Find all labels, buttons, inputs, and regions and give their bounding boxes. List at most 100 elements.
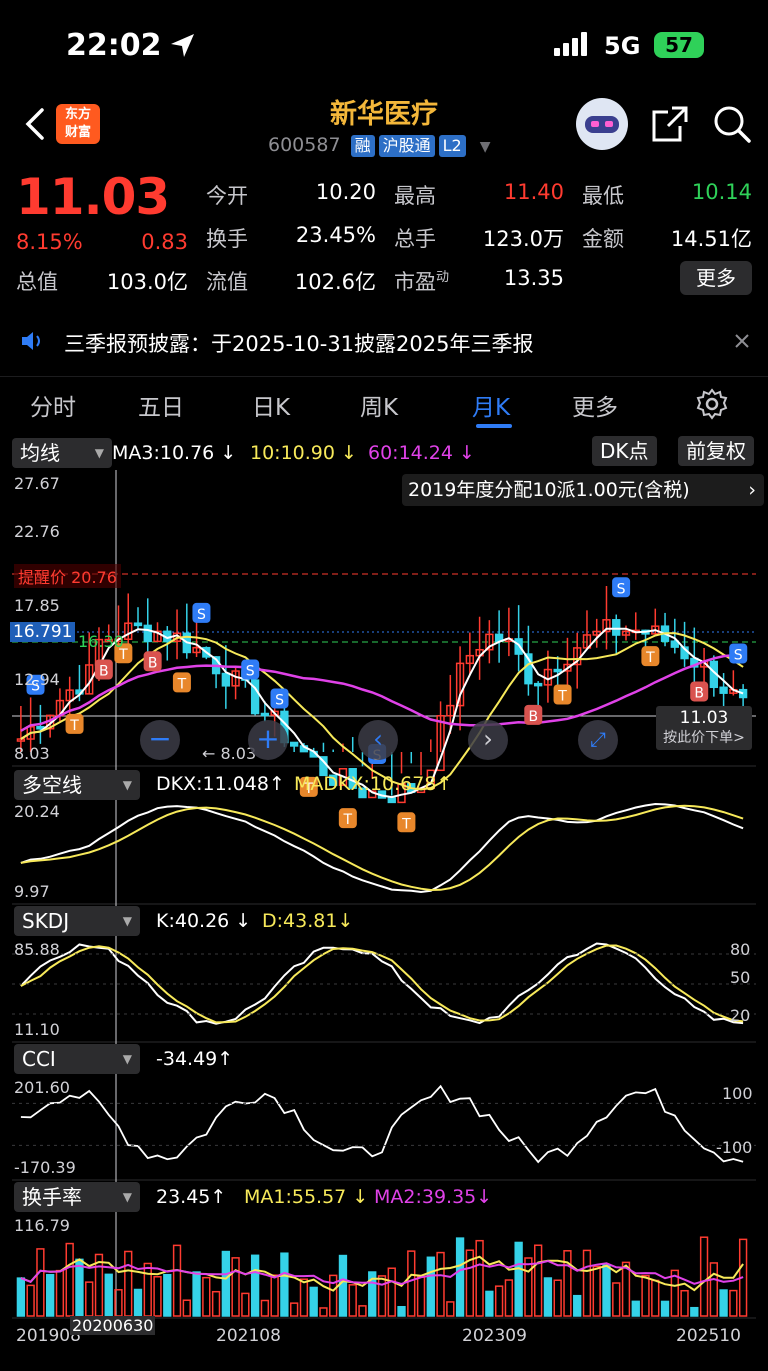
skdj-d-value: D:43.81↓ [262, 910, 354, 932]
dkx-value: DKX:11.048↑ [156, 773, 285, 795]
signal-marker-text: B [99, 664, 109, 680]
turnover-bar [729, 1289, 738, 1317]
candle-body [387, 797, 396, 804]
skdj-ref-80: 80 [730, 940, 751, 959]
turnover-bar [563, 1250, 572, 1317]
turnover-bar [533, 1244, 543, 1317]
x-label-3: 202309 [462, 1326, 527, 1346]
cci-ymax: 201.60 [14, 1078, 70, 1097]
signal-marker-text: S [246, 664, 255, 680]
skdj-ymax: 85.88 [14, 940, 60, 959]
turnover-bar [573, 1294, 582, 1317]
turnover-bar [124, 1250, 133, 1317]
low-price-label: ← 8.03 [202, 744, 257, 763]
last-price-order-box[interactable]: 11.03 按此价下单> [656, 706, 752, 750]
turnover-value: 23.45↑ [156, 1186, 227, 1208]
signal-marker-text: B [694, 685, 704, 701]
turnover-bar [602, 1264, 611, 1317]
turnover-bar [631, 1300, 640, 1317]
turnover-bar [211, 1290, 221, 1317]
turnover-bar [260, 1299, 270, 1317]
turnover-bar [397, 1306, 406, 1317]
turnover-bar [582, 1249, 592, 1317]
alert-price-label: 提醒价 20.76 [14, 564, 121, 588]
turnover-bar [26, 1284, 35, 1317]
signal-marker-text: T [69, 718, 79, 734]
turnover-bar [407, 1250, 416, 1317]
turnover-bar [299, 1278, 309, 1317]
signal-marker-text: S [617, 581, 626, 597]
skdj-ref-50: 50 [730, 968, 751, 987]
turnover-bar [45, 1273, 55, 1317]
turnover-bar [416, 1276, 426, 1317]
turnover-ma2: MA2:39.35↓ [374, 1186, 493, 1208]
candle-body [133, 622, 143, 627]
turnover-bar [104, 1273, 113, 1317]
turnover-bar [680, 1289, 689, 1317]
zoom-out-button[interactable]: − [140, 720, 180, 760]
x-label-2: 202108 [216, 1326, 281, 1346]
cci-value: -34.49↑ [156, 1048, 234, 1070]
indicator-selector-turnover[interactable]: 换手率 ▼ [14, 1182, 140, 1212]
candle-body [289, 741, 299, 747]
scroll-right-button[interactable]: › [468, 720, 508, 760]
cci-line [20, 1084, 744, 1164]
cci-ref-minus-100: -100 [716, 1138, 753, 1157]
turnover-bar [446, 1301, 455, 1317]
turnover-bar [75, 1258, 84, 1317]
turnover-bar [143, 1262, 152, 1317]
candle-body [143, 624, 152, 643]
candle-body [553, 668, 562, 673]
turnover-bar [621, 1261, 631, 1317]
signal-marker-text: S [197, 607, 206, 623]
turnover-bar [690, 1306, 699, 1317]
cursor-date-label: 20200630 [70, 1316, 156, 1335]
candle-body [612, 619, 621, 636]
signal-marker-text: T [177, 676, 187, 692]
indicator-selector-dkx[interactable]: 多空线 ▼ [14, 770, 140, 800]
turnover-bar [504, 1279, 514, 1317]
turnover-bar [36, 1248, 45, 1317]
turnover-bar [182, 1299, 191, 1317]
x-label-4: 202510 [676, 1326, 741, 1346]
turnover-bar [280, 1252, 289, 1317]
turnover-bar [55, 1269, 65, 1317]
turnover-bar [387, 1267, 396, 1317]
turnover-bar [475, 1239, 484, 1317]
indicator-selector-skdj[interactable]: SKDJ ▼ [14, 906, 140, 936]
turnover-bar [709, 1262, 719, 1317]
candle-body [221, 672, 231, 687]
dividend-note[interactable]: 2019年度分配10派1.00元(含税) › [402, 474, 764, 506]
zoom-in-button[interactable]: + [248, 720, 288, 760]
dkx-ymin: 9.97 [14, 882, 50, 901]
turnover-bar [289, 1302, 299, 1317]
madkx-line [20, 804, 744, 892]
turnover-bar [377, 1275, 387, 1317]
turnover-bar [494, 1285, 504, 1317]
turnover-bar [270, 1274, 279, 1317]
y-tick-5: 8.03 [14, 744, 50, 763]
turnover-bar [153, 1276, 162, 1317]
cci-ymin: -170.39 [14, 1158, 76, 1177]
turnover-bar [163, 1273, 172, 1317]
fullscreen-button[interactable]: ⤢ [578, 720, 618, 760]
indicator-selector-cci[interactable]: CCI ▼ [14, 1044, 140, 1074]
turnover-bar [358, 1305, 367, 1317]
scroll-left-button[interactable]: ‹ [358, 720, 398, 760]
turnover-bar [699, 1236, 709, 1317]
turnover-bar [348, 1284, 357, 1317]
candle-body [719, 686, 728, 694]
skdj-ymin: 11.10 [14, 1020, 60, 1039]
turnover-bar [231, 1257, 240, 1317]
signal-marker-text: S [734, 647, 743, 663]
y-tick-4: 12.94 [14, 670, 60, 689]
candle-body [533, 682, 543, 687]
turnover-bar [172, 1244, 182, 1317]
turnover-bar [524, 1257, 533, 1317]
turnover-bar [319, 1307, 328, 1317]
signal-marker-text: T [645, 650, 655, 666]
turnover-bar [426, 1256, 435, 1317]
kline-charts[interactable]: STBTBTSSSTTSTBTSTBS [0, 0, 768, 1371]
turnover-bar [436, 1251, 445, 1317]
signal-marker-text: T [401, 816, 411, 832]
